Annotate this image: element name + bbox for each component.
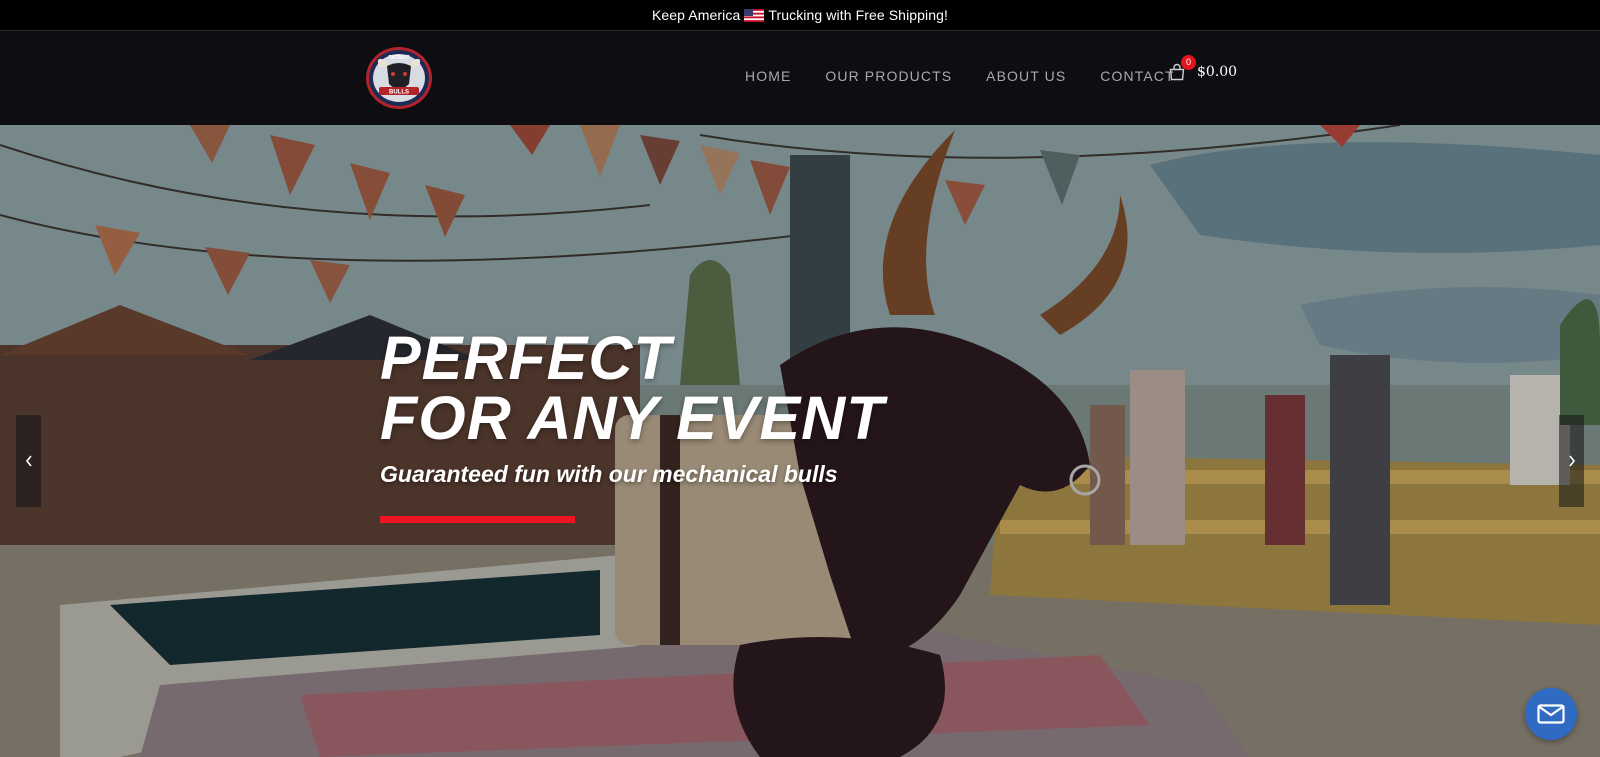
contact-chat-button[interactable]	[1525, 688, 1577, 740]
us-flag-icon	[744, 8, 765, 22]
nav-about-us[interactable]: ABOUT US	[986, 68, 1066, 84]
hero-accent-bar	[380, 516, 575, 523]
hero-title-line-2: FOR ANY EVENT	[380, 384, 885, 452]
hero-slider: PERFECT FOR ANY EVENT Guaranteed fun wit…	[0, 125, 1600, 757]
hero-title: PERFECT FOR ANY EVENT	[380, 328, 884, 449]
hero-subtitle: Guaranteed fun with our mechanical bulls	[380, 461, 838, 487]
nav-contact[interactable]: CONTACT	[1100, 68, 1174, 84]
site-header: BULLS PATRIOT HOME OUR PRODUCTS ABOUT US…	[0, 31, 1600, 125]
cart-count-badge: 0	[1181, 55, 1196, 70]
announcement-text-start: Keep America	[651, 7, 741, 23]
announcement-bar: Keep America Trucking with Free Shipping…	[0, 0, 1600, 31]
envelope-icon	[1537, 704, 1565, 724]
logo-bottom-text: BULLS	[389, 90, 409, 96]
chevron-left-icon	[25, 455, 32, 467]
nav-our-products[interactable]: OUR PRODUCTS	[825, 68, 952, 84]
main-nav: HOME OUR PRODUCTS ABOUT US CONTACT	[745, 68, 1209, 84]
nav-home[interactable]: HOME	[745, 68, 791, 84]
announcement-text-end: Trucking with Free Shipping!	[768, 7, 949, 23]
cart-button[interactable]: 0 $0.00	[1168, 55, 1238, 81]
slider-next-button[interactable]	[1559, 415, 1584, 507]
slider-prev-button[interactable]	[16, 415, 41, 507]
shopping-bag-icon: 0	[1168, 55, 1196, 81]
chevron-right-icon	[1568, 455, 1575, 467]
logo-top-text: PATRIOT	[388, 55, 409, 61]
hero-title-line-1: PERFECT	[380, 324, 672, 392]
cart-total: $0.00	[1197, 64, 1238, 80]
bull-logo-icon[interactable]: BULLS PATRIOT	[365, 46, 433, 110]
